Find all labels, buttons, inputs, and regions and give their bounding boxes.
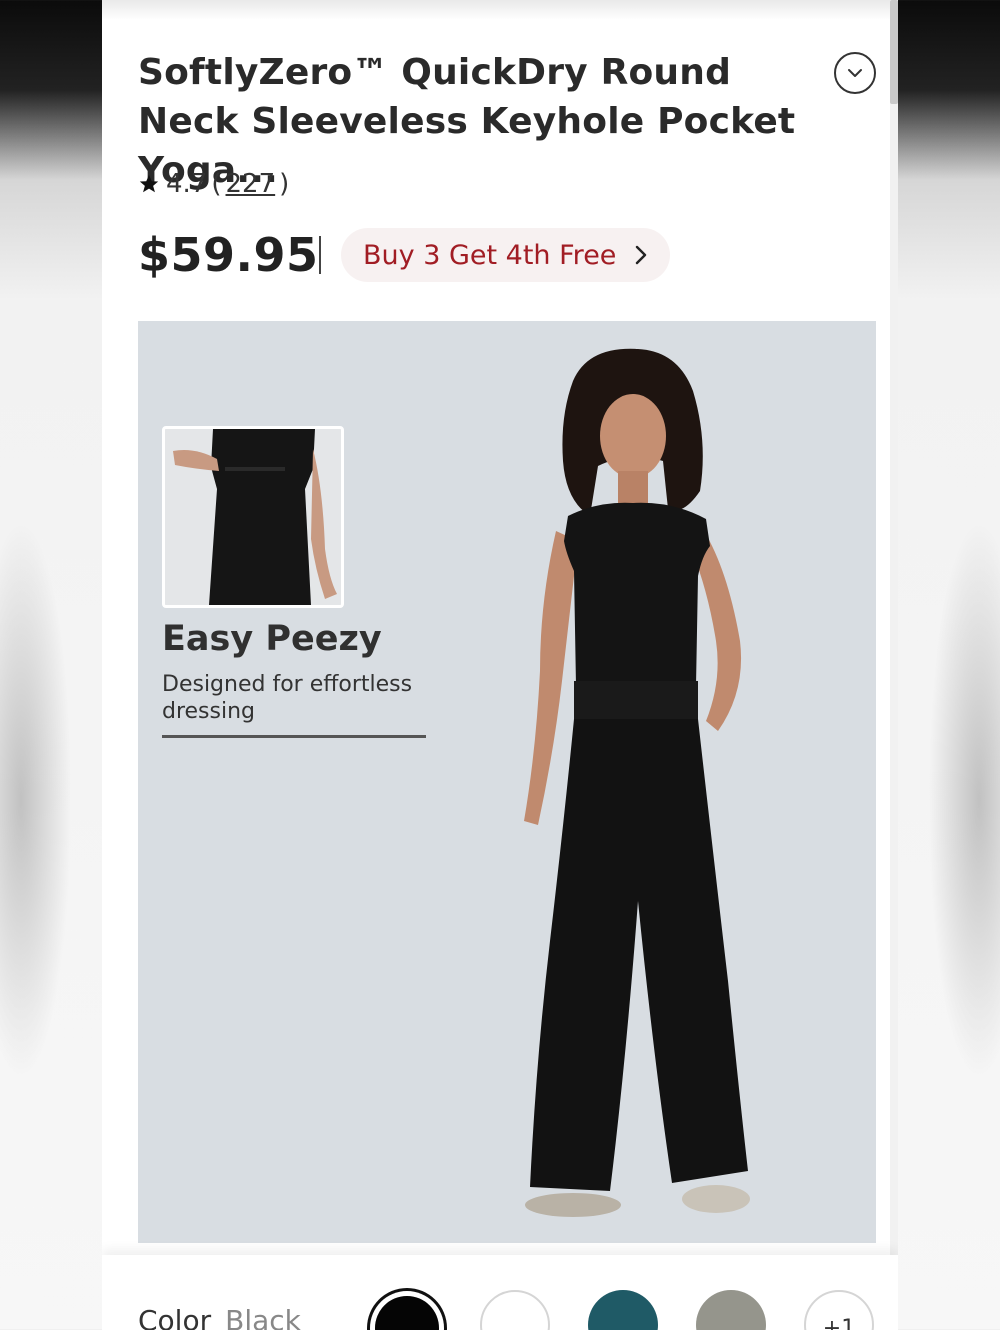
model-jumpsuit-image [524, 348, 750, 1217]
review-count-link[interactable]: 227 [226, 169, 276, 199]
price-divider [319, 236, 321, 274]
promo-button[interactable]: Buy 3 Get 4th Free [341, 228, 671, 282]
paren-close: ) [279, 169, 290, 199]
feature-underline [162, 735, 426, 738]
scrollbar[interactable] [890, 0, 898, 1330]
expand-title-button[interactable] [834, 52, 876, 94]
background-shade-left [0, 520, 72, 1080]
scrollbar-thumb[interactable] [890, 0, 898, 104]
top-fade [102, 0, 898, 20]
back-keyhole-detail-image [165, 429, 341, 605]
star-icon [138, 173, 160, 195]
detail-inset-image [162, 426, 344, 608]
color-label-text: Color [138, 1304, 212, 1330]
feature-subtitle: Designed for effortless dressing [162, 672, 413, 724]
product-hero-image[interactable]: Easy Peezy Designed for effortless dress… [138, 321, 876, 1243]
chevron-right-icon [636, 245, 647, 265]
selected-color-name: Black [225, 1304, 301, 1330]
product-price: $59.95 [138, 228, 319, 282]
more-colors-label: +1 [822, 1316, 856, 1330]
chevron-down-icon [848, 69, 862, 77]
feature-title: Easy Peezy [162, 619, 382, 659]
color-label: Color Black [138, 1304, 301, 1330]
rating-value: 4.7 [166, 169, 208, 199]
background-shade-right [928, 520, 1000, 1080]
product-page: SoftlyZero™ QuickDry Round Neck Sleevele… [102, 0, 898, 1330]
promo-label: Buy 3 Get 4th Free [363, 239, 617, 271]
paren-open: ( [211, 169, 222, 199]
rating-summary: 4.7 ( 227 ) [138, 166, 293, 202]
